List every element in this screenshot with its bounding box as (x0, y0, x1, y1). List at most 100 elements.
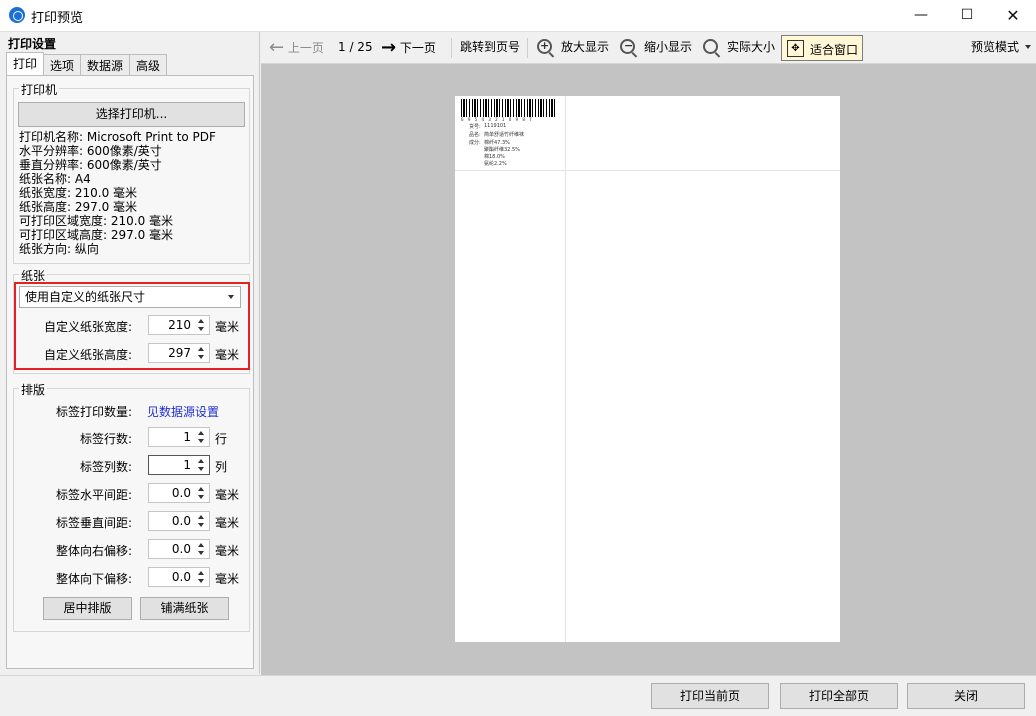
tab-advanced[interactable]: 高级 (129, 54, 168, 75)
goto-page-button[interactable]: 跳转到页号 (460, 32, 520, 63)
preview-toolbar: ← 上一页 1 / 25 → 下一页 跳转到页号 + 放大显示 − 缩小显示 实… (261, 32, 1036, 64)
tab-panel-print: 打印机 选择打印机... 打印机名称: Microsoft Print to P… (6, 75, 254, 669)
print-current-page-button[interactable]: 打印当前页 (651, 683, 769, 709)
hgap-value: 0.0 (171, 486, 191, 500)
tab-datasource[interactable]: 数据源 (80, 54, 131, 75)
hgap-spinner[interactable]: 0.0 (148, 483, 210, 503)
spin-up-icon[interactable] (198, 571, 204, 575)
offset-right-unit: 毫米 (215, 544, 240, 558)
label-column-guide (565, 96, 566, 642)
offset-down-spinner[interactable]: 0.0 (148, 567, 210, 587)
page-indicator: 1 / 25 (338, 40, 373, 54)
vgap-spinner[interactable]: 0.0 (148, 511, 210, 531)
spin-up-icon[interactable] (198, 459, 204, 463)
toolbar-separator (451, 38, 452, 58)
app-icon (9, 7, 25, 23)
offset-down-value: 0.0 (171, 570, 191, 584)
cols-label: 标签列数: (79, 460, 132, 474)
label-key-name: 品名: (469, 132, 481, 138)
prev-page-label: 上一页 (287, 41, 324, 55)
paper-name: 纸张名称: A4 (19, 172, 91, 186)
settings-tabs: 打印 选项 数据源 高级 (6, 52, 168, 76)
tab-print[interactable]: 打印 (6, 52, 45, 75)
label-val-comp-4: 氨纶2.2% (484, 161, 507, 167)
spin-up-icon[interactable] (198, 543, 204, 547)
layout-group-title: 排版 (19, 381, 48, 398)
spin-down-icon[interactable] (198, 495, 204, 499)
fill-paper-button[interactable]: 铺满纸张 (140, 597, 229, 620)
next-page-button[interactable]: → 下一页 (381, 32, 436, 63)
printer-group: 打印机 选择打印机... 打印机名称: Microsoft Print to P… (13, 81, 250, 264)
print-all-pages-button[interactable]: 打印全部页 (780, 683, 898, 709)
printer-group-title: 打印机 (19, 81, 60, 98)
preview-canvas: 6 9 5 4 3 2 1 0 9 8 7 货号: 1119101 品名: 简单… (261, 64, 1036, 675)
hgap-label: 标签水平间距: (55, 488, 132, 502)
v-resolution: 垂直分辨率: 600像素/英寸 (19, 158, 162, 172)
label-val-name: 简单舒适竹纤维袜 (484, 132, 525, 138)
close-window-button[interactable]: ✕ (990, 0, 1036, 31)
zoom-out-button[interactable]: − 缩小显示 (618, 32, 696, 63)
spin-down-icon[interactable] (198, 551, 204, 555)
h-resolution: 水平分辨率: 600像素/英寸 (19, 144, 162, 158)
fit-window-button[interactable]: ✥ 适合窗口 (781, 35, 863, 61)
printer-name: 打印机名称: Microsoft Print to PDF (19, 130, 216, 144)
minimize-button[interactable]: — (898, 0, 944, 31)
tab-options[interactable]: 选项 (43, 54, 82, 75)
spin-down-icon[interactable] (198, 523, 204, 527)
actual-size-icon (703, 39, 718, 54)
cols-unit: 列 (215, 460, 228, 474)
arrow-left-icon: ← (269, 37, 285, 58)
barcode-digits: 6 9 5 4 3 2 1 0 9 8 7 (461, 117, 534, 122)
label-key-sku: 货号: (469, 124, 481, 130)
zoom-out-label: 缩小显示 (644, 40, 693, 54)
rows-value: 1 (183, 430, 191, 444)
title-bar: 打印预览 — ☐ ✕ (0, 0, 1036, 31)
zoom-in-button[interactable]: + 放大显示 (535, 32, 613, 63)
zoom-in-label: 放大显示 (561, 40, 610, 54)
paper-width: 纸张宽度: 210.0 毫米 (19, 186, 138, 200)
caret-down-icon (1024, 45, 1031, 49)
spin-up-icon[interactable] (198, 431, 204, 435)
spin-down-icon[interactable] (198, 439, 204, 443)
panel-header: 打印设置 (8, 37, 57, 51)
datasource-settings-link[interactable]: 见数据源设置 (147, 403, 219, 420)
cols-spinner[interactable]: 1 (148, 455, 210, 475)
vgap-unit: 毫米 (215, 516, 240, 530)
zoom-out-icon: − (620, 39, 635, 54)
prev-page-button[interactable]: ← 上一页 (269, 32, 324, 63)
actual-size-label: 实际大小 (727, 40, 776, 54)
rows-unit: 行 (215, 432, 228, 446)
paper-orientation: 纸张方向: 纵向 (19, 242, 99, 256)
offset-right-spinner[interactable]: 0.0 (148, 539, 210, 559)
bottom-bar: 打印当前页 打印全部页 关闭 (0, 675, 1036, 716)
spin-down-icon[interactable] (198, 467, 204, 471)
vgap-label: 标签垂直间距: (55, 516, 132, 530)
paper-height: 纸张高度: 297.0 毫米 (19, 200, 138, 214)
label-val-comp-1: 棉纤47.3% (484, 140, 510, 146)
rows-label: 标签行数: (79, 432, 132, 446)
barcode-image (461, 99, 556, 117)
label-val-sku: 1119101 (484, 123, 507, 129)
preview-mode-dropdown[interactable]: 预览模式 (971, 32, 1031, 63)
print-count-label: 标签打印数量: (55, 405, 132, 419)
highlight-box (14, 282, 250, 370)
maximize-button[interactable]: ☐ (944, 0, 990, 31)
hgap-unit: 毫米 (215, 488, 240, 502)
spin-down-icon[interactable] (198, 579, 204, 583)
next-page-label: 下一页 (399, 41, 436, 55)
offset-right-label: 整体向右偏移: (55, 544, 132, 558)
select-printer-button[interactable]: 选择打印机... (18, 102, 245, 127)
window-title: 打印预览 (31, 11, 84, 26)
printable-height: 可打印区域高度: 297.0 毫米 (19, 228, 174, 242)
printable-width: 可打印区域宽度: 210.0 毫米 (19, 214, 174, 228)
spin-up-icon[interactable] (198, 487, 204, 491)
actual-size-button[interactable]: 实际大小 (701, 32, 779, 63)
label-val-comp-3: 棉18.0% (484, 154, 505, 160)
rows-spinner[interactable]: 1 (148, 427, 210, 447)
spin-up-icon[interactable] (198, 515, 204, 519)
center-layout-button[interactable]: 居中排版 (43, 597, 132, 620)
close-button[interactable]: 关闭 (907, 683, 1025, 709)
label-row-guide (455, 170, 840, 171)
offset-down-unit: 毫米 (215, 572, 240, 586)
vgap-value: 0.0 (171, 514, 191, 528)
